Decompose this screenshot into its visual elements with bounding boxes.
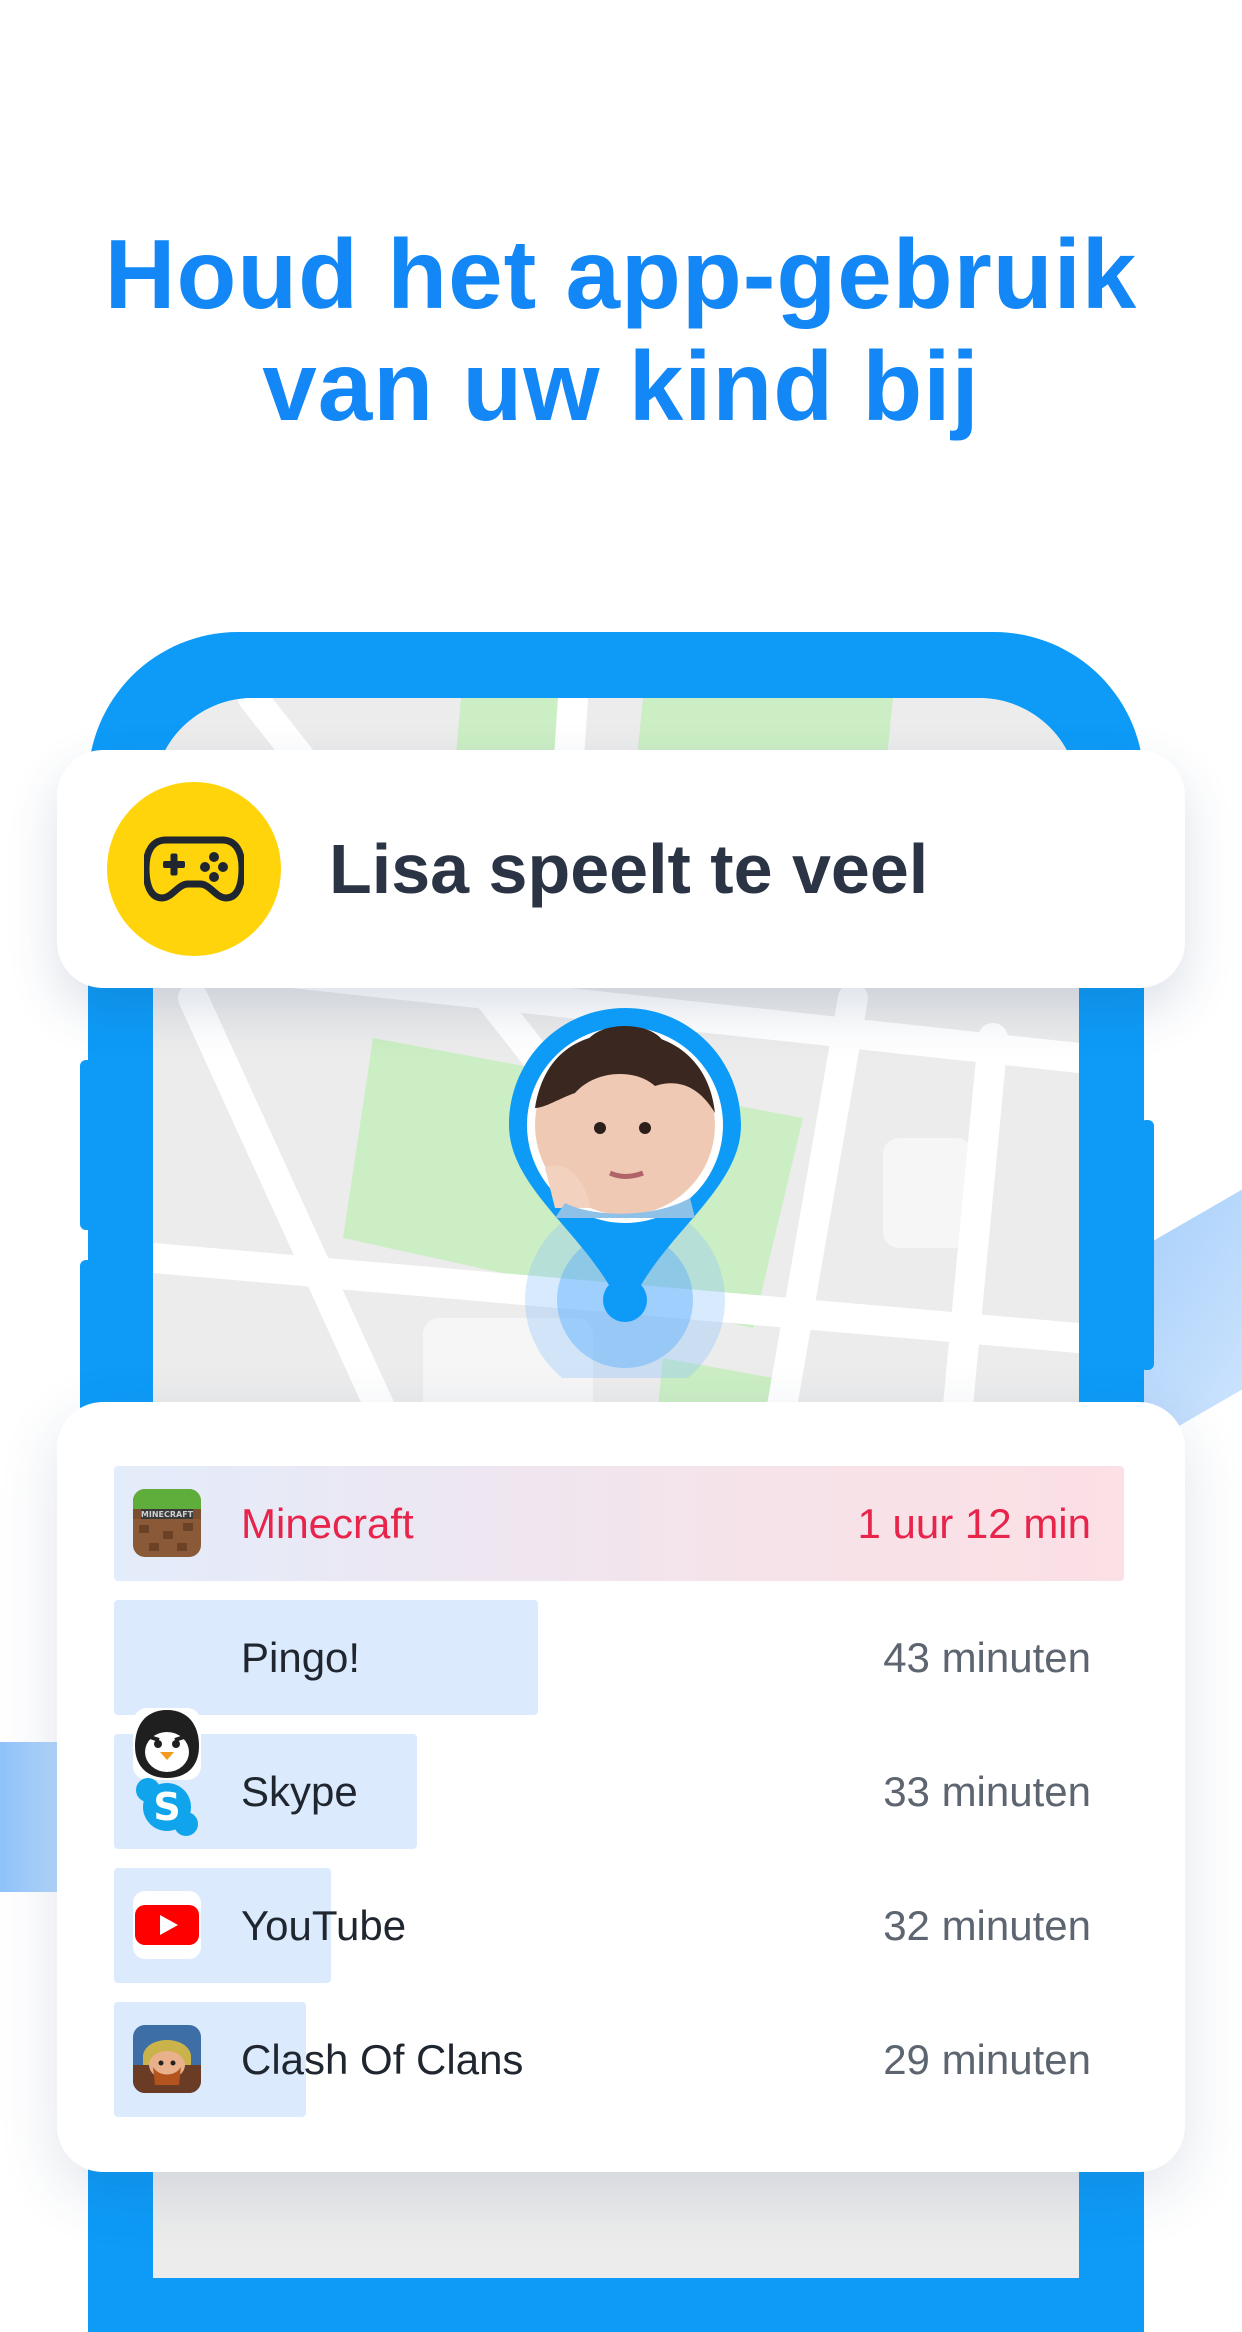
app-name: Minecraft	[241, 1500, 414, 1547]
headline-line-2: van uw kind bij	[262, 331, 980, 441]
phone-side-button	[80, 1060, 94, 1230]
list-item[interactable]: Pingo! 43 minuten	[114, 1600, 1124, 1715]
gamepad-icon	[107, 782, 281, 956]
headline: Houd het app-gebruik van uw kind bij	[0, 218, 1242, 442]
app-usage-time: 33 minuten	[883, 1768, 1091, 1815]
app-name: YouTube	[241, 1902, 407, 1949]
clash-of-clans-icon	[133, 2025, 201, 2093]
svg-text:MINECRAFT: MINECRAFT	[141, 1510, 194, 1519]
skype-icon: S	[133, 1776, 201, 1838]
app-name: Clash Of Clans	[241, 2036, 524, 2083]
pingo-penguin-icon	[133, 1708, 201, 1780]
notification-text: Lisa speelt te veel	[329, 830, 929, 908]
notification-card[interactable]: Lisa speelt te veel	[57, 750, 1185, 988]
list-item[interactable]: Clash Of Clans 29 minuten	[114, 2002, 1124, 2117]
app-usage-time: 43 minuten	[883, 1634, 1091, 1681]
decorative-shape-left	[0, 1742, 60, 1892]
minecraft-icon: MINECRAFT	[133, 1489, 201, 1557]
list-item[interactable]: Skype 33 minuten	[114, 1734, 1124, 1849]
app-usage-time: 32 minuten	[883, 1902, 1091, 1949]
app-usage-list: MINECRAFT Minecraft 1 uur 12 min Pingo! …	[57, 1402, 1185, 2172]
list-item[interactable]: YouTube 32 minuten	[114, 1868, 1124, 1983]
app-usage-time: 29 minuten	[883, 2036, 1091, 2083]
app-usage-time: 1 uur 12 min	[857, 1500, 1091, 1547]
list-item[interactable]: MINECRAFT Minecraft 1 uur 12 min	[114, 1466, 1124, 1581]
location-pin[interactable]	[505, 1008, 745, 1400]
phone-side-button	[1140, 1120, 1154, 1370]
app-name: Pingo!	[241, 1634, 361, 1681]
svg-text:S: S	[153, 1785, 180, 1829]
youtube-icon	[133, 1891, 201, 1959]
headline-line-1: Houd het app-gebruik	[104, 219, 1138, 329]
app-name: Skype	[241, 1768, 358, 1815]
